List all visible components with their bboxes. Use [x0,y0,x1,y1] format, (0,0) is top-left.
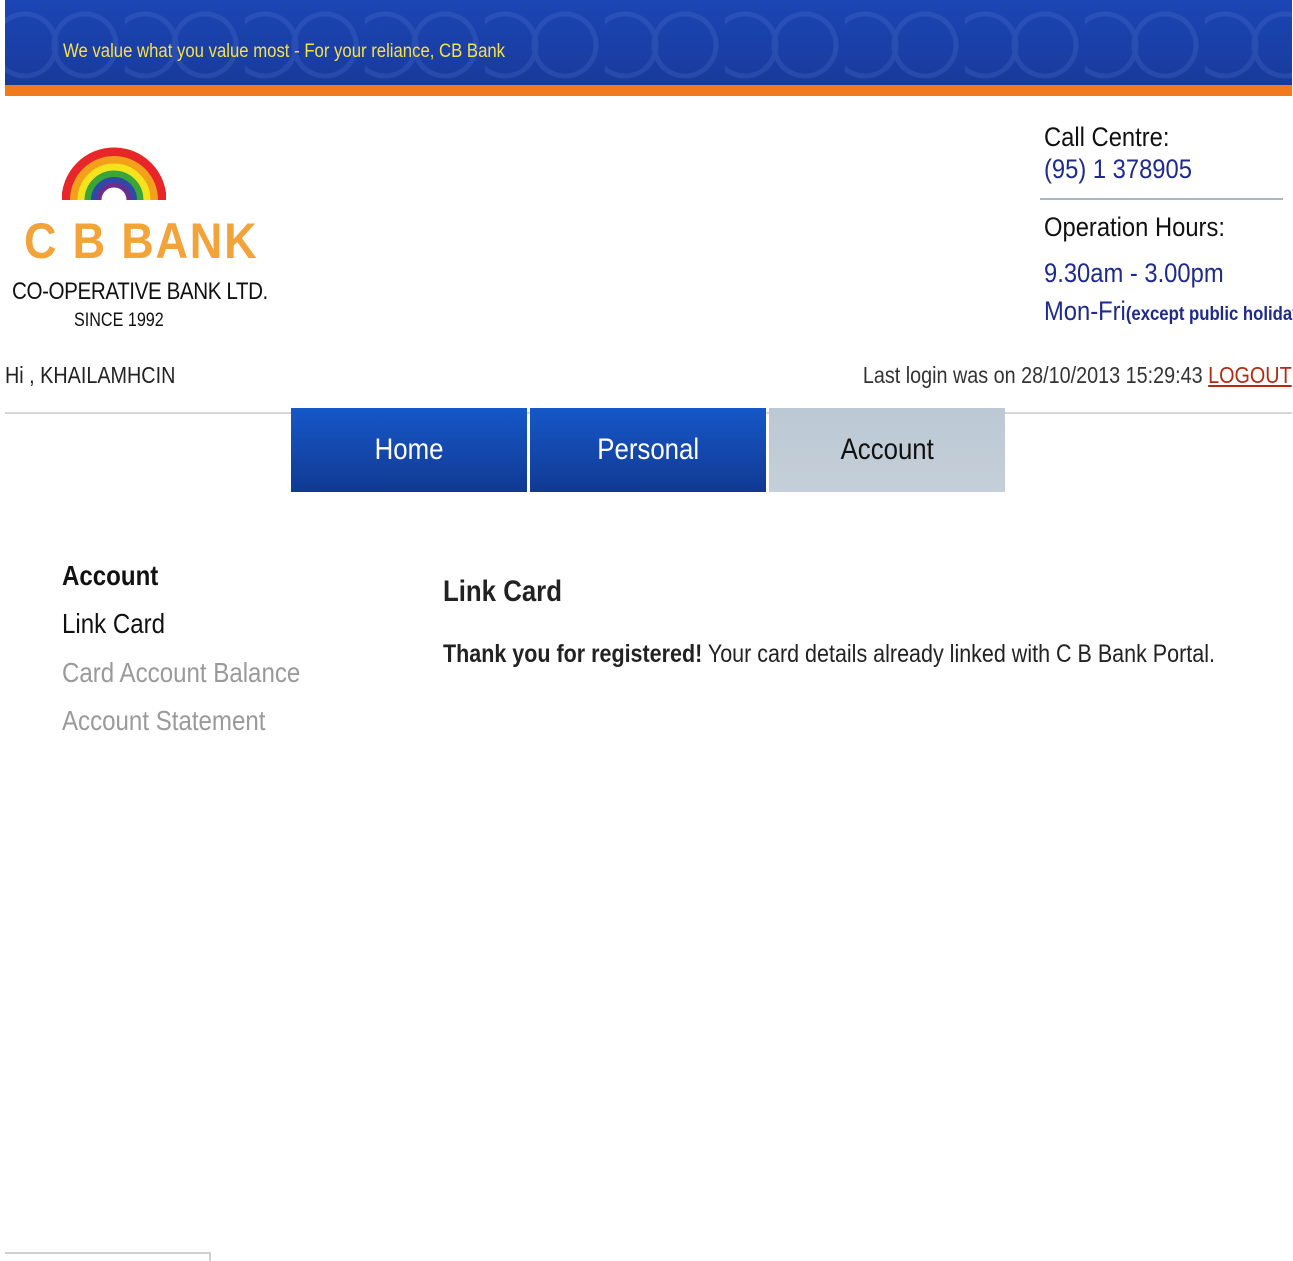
top-banner: We value what you value most - For your … [5,0,1292,88]
contact-divider [1040,198,1283,200]
banner-stripe [5,85,1292,96]
tab-personal-label: Personal [597,433,699,466]
last-login-info: Last login was on 28/10/2013 15:29:43 LO… [863,362,1292,389]
logo-subname: CO-OPERATIVE BANK LTD. [12,278,268,305]
operation-hours-time: 9.30am - 3.00pm [1044,258,1224,288]
page-title: Link Card [443,575,562,608]
sidebar-item-link-card[interactable]: Link Card [62,608,165,640]
footer-divider [5,1252,211,1254]
confirmation-message: Thank you for registered! Your card deta… [443,640,1215,669]
last-login-text: Last login was on 28/10/2013 15:29:43 [863,362,1203,388]
tab-account[interactable]: Account [769,408,1005,492]
operation-days-note: (except public holidays) [1125,304,1293,325]
rainbow-logo-icon [62,147,166,201]
logout-link[interactable]: LOGOUT [1208,362,1292,388]
tab-account-label: Account [840,433,934,466]
operation-days: Mon-Fri [1044,296,1126,326]
logo-brand-text: C B BANK [24,213,259,269]
sidebar-item-card-account-balance[interactable]: Card Account Balance [62,657,300,689]
sidebar-item-account-statement[interactable]: Account Statement [62,705,265,737]
sidebar-title: Account [62,560,159,591]
tab-home-label: Home [374,433,444,466]
call-centre-label: Call Centre: [1044,122,1170,152]
call-centre-phone: (95) 1 378905 [1044,154,1192,184]
confirmation-detail: Your card details already linked with C … [707,640,1215,668]
bank-logo[interactable]: C B BANK CO-OPERATIVE BANK LTD. SINCE 19… [10,118,268,343]
confirmation-strong: Thank you for registered! [443,640,703,668]
tab-personal[interactable]: Personal [530,408,766,492]
logo-since: SINCE 1992 [74,310,164,331]
operation-hours-days: Mon-Fri(except public holidays) [1044,296,1293,327]
tab-home[interactable]: Home [291,408,527,492]
user-greeting: Hi , KHAILAMHCIN [5,362,176,388]
operation-hours-label: Operation Hours: [1044,212,1225,242]
banner-tagline: We value what you value most - For your … [63,41,506,62]
footer-divider-tick [209,1252,211,1261]
